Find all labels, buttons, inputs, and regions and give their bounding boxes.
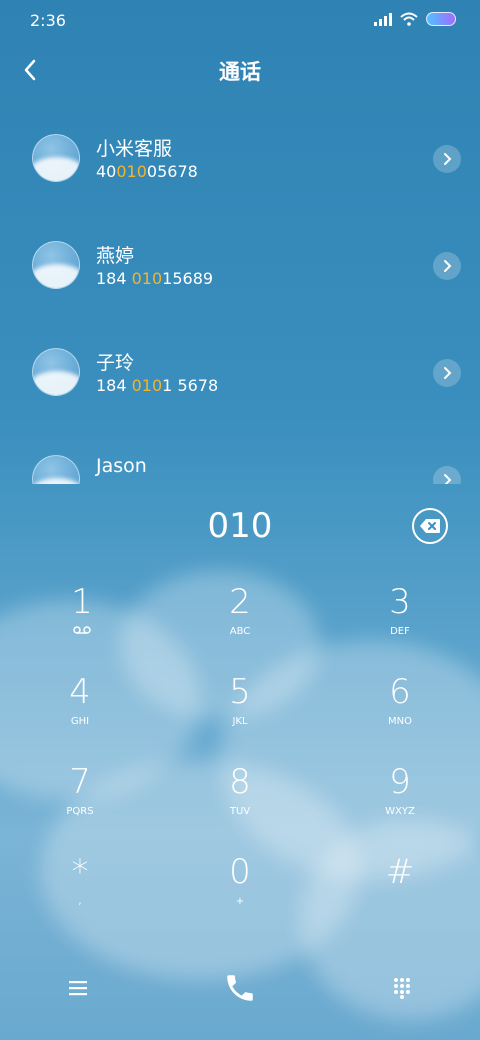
contact-number: 184 01015689 bbox=[96, 269, 214, 288]
contact-list[interactable]: 小米客服 4001005678 燕婷 184 01015689 子玲 184 0… bbox=[0, 112, 480, 484]
avatar bbox=[32, 455, 80, 484]
key-5[interactable]: 5 JKL bbox=[180, 672, 300, 752]
dialpad-toggle-button[interactable] bbox=[380, 966, 424, 1010]
key-4[interactable]: 4 GHI bbox=[20, 672, 140, 752]
key-2[interactable]: 2 ABC bbox=[180, 582, 300, 662]
status-icons bbox=[374, 12, 456, 26]
contact-detail-button[interactable] bbox=[433, 359, 461, 387]
menu-icon bbox=[69, 981, 87, 996]
chevron-right-icon bbox=[444, 474, 452, 484]
call-button[interactable] bbox=[218, 966, 262, 1010]
contact-name: 子玲 bbox=[96, 352, 135, 374]
menu-button[interactable] bbox=[56, 966, 100, 1010]
contact-detail-button[interactable] bbox=[433, 466, 461, 484]
contact-row[interactable]: Jason bbox=[0, 433, 480, 484]
avatar bbox=[32, 134, 80, 182]
key-8[interactable]: 8 TUV bbox=[180, 762, 300, 842]
contact-name: Jason bbox=[96, 455, 147, 477]
dial-input-row: 010 bbox=[0, 498, 480, 558]
voicemail-icon bbox=[22, 624, 142, 640]
status-bar: 2:36 bbox=[0, 0, 480, 44]
key-9[interactable]: 9 WXYZ bbox=[340, 762, 460, 842]
contact-number: 184 0101 5678 bbox=[96, 376, 219, 395]
contact-name: 小米客服 bbox=[96, 138, 173, 160]
contact-detail-button[interactable] bbox=[433, 252, 461, 280]
phone-icon bbox=[227, 975, 253, 1001]
key-hash[interactable]: # bbox=[340, 852, 460, 932]
dialpad-icon bbox=[394, 978, 410, 999]
backspace-icon bbox=[420, 519, 440, 533]
key-7[interactable]: 7 PQRS bbox=[20, 762, 140, 842]
contact-row[interactable]: 燕婷 184 01015689 bbox=[0, 219, 480, 319]
status-time: 2:36 bbox=[30, 11, 66, 30]
contact-row[interactable]: 子玲 184 0101 5678 bbox=[0, 326, 480, 426]
key-0[interactable]: 0 + bbox=[180, 852, 300, 932]
chevron-right-icon bbox=[444, 153, 452, 165]
signal-icon bbox=[374, 12, 392, 26]
contact-row[interactable]: 小米客服 4001005678 bbox=[0, 112, 480, 212]
key-3[interactable]: 3 DEF bbox=[340, 582, 460, 662]
contact-detail-button[interactable] bbox=[433, 145, 461, 173]
wifi-icon bbox=[400, 12, 418, 26]
header: 通话 bbox=[0, 44, 480, 96]
chevron-right-icon bbox=[444, 367, 452, 379]
chevron-right-icon bbox=[444, 260, 452, 272]
key-1[interactable]: 1 bbox=[22, 582, 142, 662]
avatar bbox=[32, 241, 80, 289]
contact-number: 4001005678 bbox=[96, 162, 198, 181]
contact-name: 燕婷 bbox=[96, 245, 135, 267]
avatar bbox=[32, 348, 80, 396]
page-title: 通话 bbox=[219, 60, 261, 84]
backspace-button[interactable] bbox=[412, 508, 448, 544]
bottom-bar bbox=[0, 960, 480, 1016]
key-star[interactable]: *, bbox=[20, 852, 140, 932]
key-6[interactable]: 6 MNO bbox=[340, 672, 460, 752]
dial-input[interactable]: 010 bbox=[0, 506, 480, 546]
battery-icon bbox=[426, 12, 456, 26]
